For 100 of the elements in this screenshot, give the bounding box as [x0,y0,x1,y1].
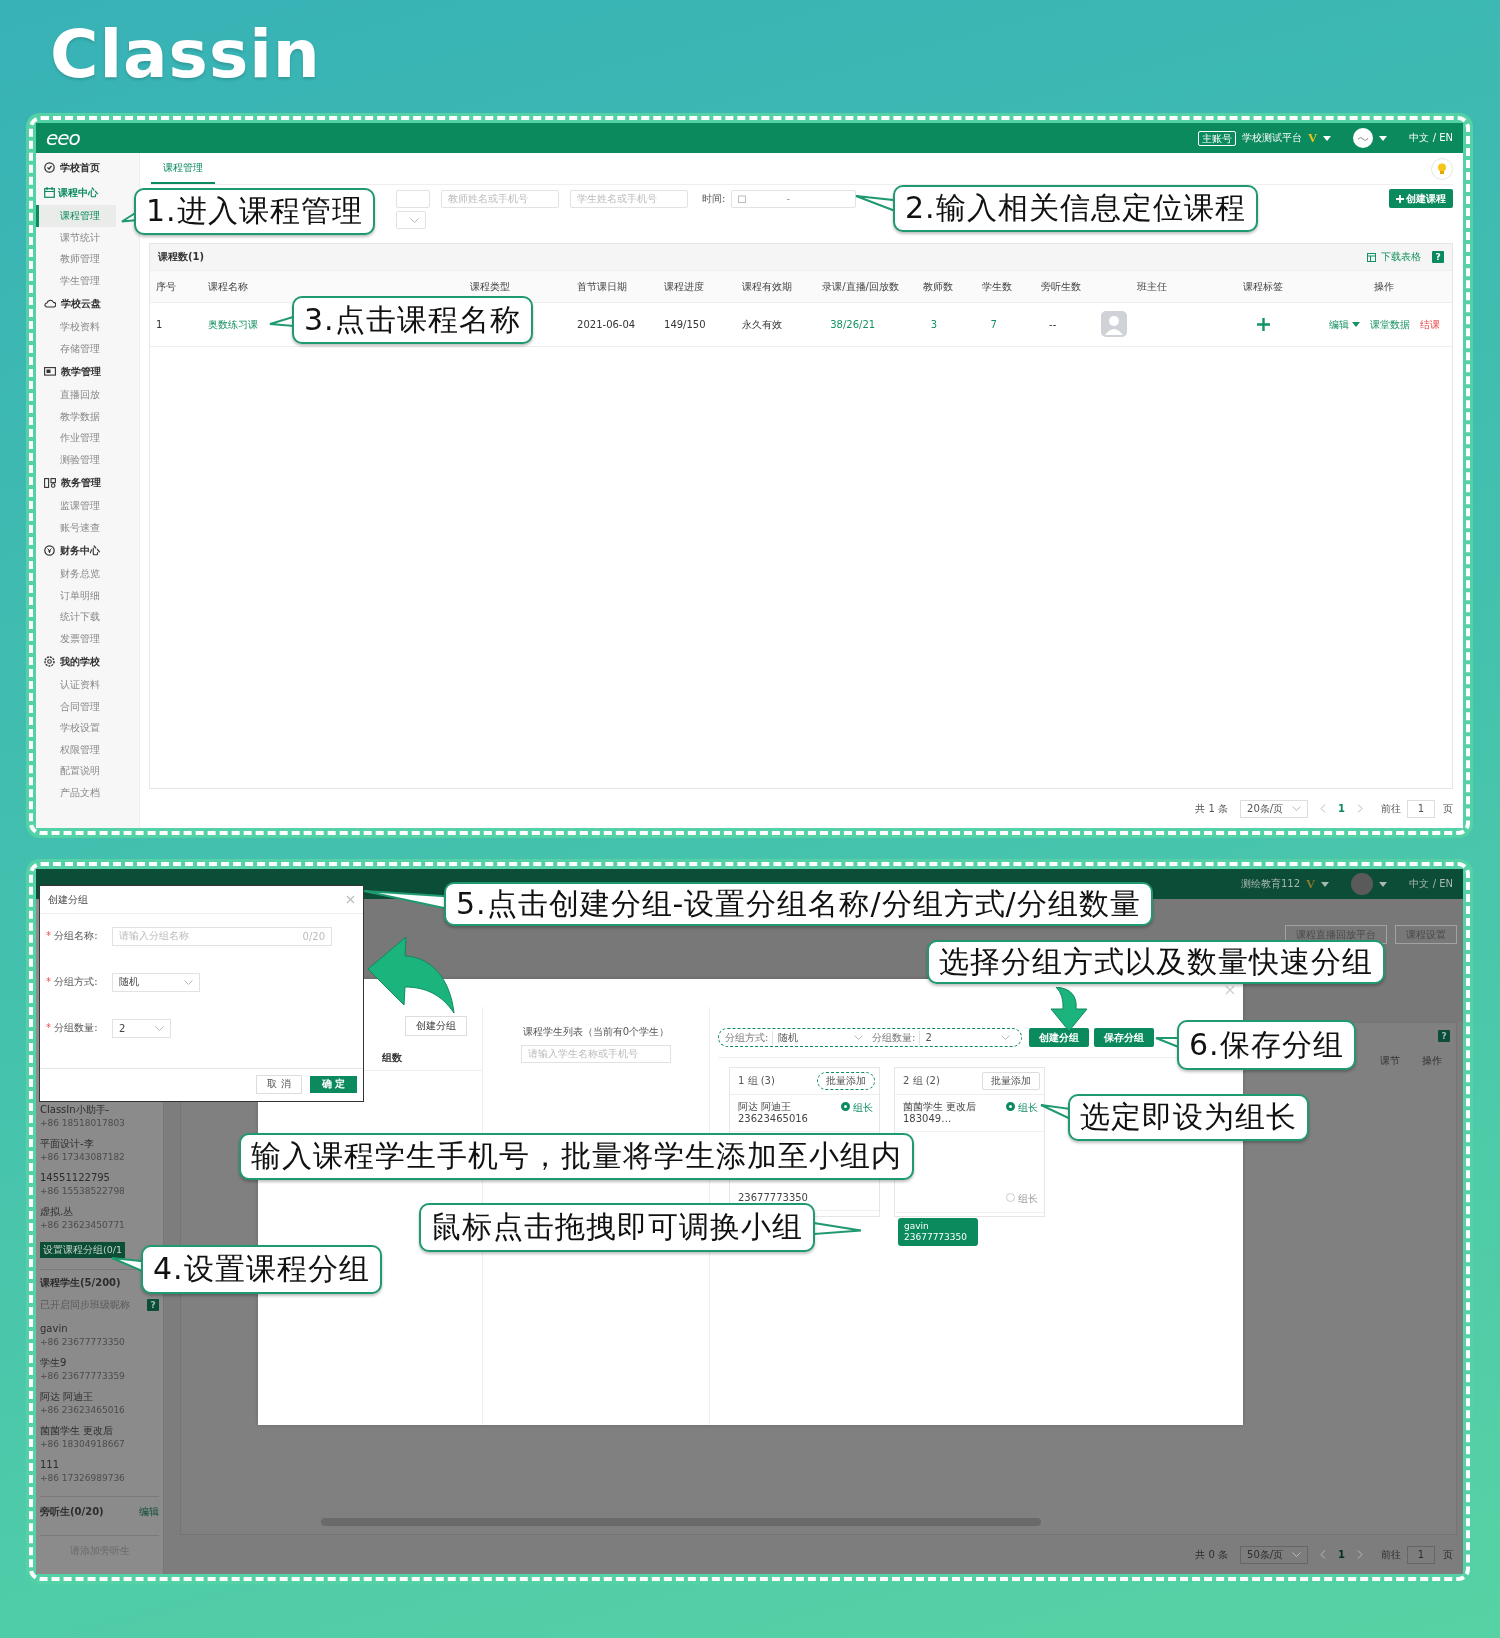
sidebar-item[interactable]: 直播回放 [36,384,116,406]
lightbulb-icon[interactable] [1431,157,1453,180]
avatar-placeholder[interactable] [1351,873,1374,895]
page-input[interactable]: 1 [1407,1545,1435,1564]
column-header: 操作 [1422,1054,1442,1069]
help-badge[interactable]: ? [147,1299,159,1311]
sidebar-item[interactable]: 学生管理 [36,269,116,291]
course-name-link[interactable]: 奥数练习课 [208,318,259,330]
sidebar-item[interactable]: 统计下载 [36,606,116,628]
batch-add-button[interactable]: 批量添加 [982,1072,1040,1090]
tab[interactable]: 课程管理 [151,153,215,184]
leader-radio[interactable]: 组长 [1006,1101,1038,1125]
sidebar-item[interactable]: 学校设置 [36,717,116,739]
confirm-button[interactable]: 确 定 [309,1075,357,1093]
sidebar-item[interactable]: 课节统计 [36,226,116,248]
students-link[interactable]: 7 [990,319,997,330]
edit-link[interactable]: 编辑 [139,1505,159,1519]
callout: 1.进入课程管理 [134,188,375,235]
create-course-button[interactable]: 创建课程 [1389,189,1453,208]
page-size-select[interactable]: 50条/页 [1240,1545,1309,1564]
avatar-icon[interactable] [1353,128,1374,148]
page-input[interactable]: 1 [1407,799,1435,818]
phone-number: +86 23623465016 [40,1404,126,1417]
chevron-left-icon[interactable] [1320,804,1327,813]
sidebar-item[interactable]: 权限管理 [36,738,116,760]
save-groups-button[interactable]: 保存分组 [1094,1028,1154,1047]
select-field[interactable]: 2 [112,1018,171,1038]
column-header: 序号 [155,279,177,294]
sidebar-item[interactable]: 教师管理 [36,248,116,270]
student-name: 111 [40,1458,61,1471]
sidebar-item[interactable]: 学校资料 [36,316,116,338]
section-title: 旁听生(0/20) [40,1505,104,1519]
end-course-link[interactable]: 结课 [1419,317,1440,332]
method-select[interactable]: 随机 [772,1030,868,1045]
school-name[interactable]: 学校测试平台 [1242,131,1303,145]
sidebar-item[interactable]: 测验管理 [36,448,116,470]
phone-number: +86 18304918667 [40,1438,126,1451]
sidebar-section[interactable]: 教务管理 [36,470,101,495]
create-group-button[interactable]: 创建分组 [405,1016,467,1036]
sidebar-item[interactable]: 配置说明 [36,760,116,782]
help-badge[interactable]: ? [1432,251,1444,263]
select-field[interactable]: 随机 [112,972,200,992]
sidebar-item[interactable]: 认证资料 [36,674,116,696]
date-range-field[interactable]: - [731,189,857,208]
sidebar-item[interactable]: 教学数据 [36,405,116,427]
school-name[interactable]: 测绘教育112 [1241,877,1301,891]
chevron-down-icon [854,1035,863,1040]
sidebar-item[interactable]: 订单明细 [36,584,116,606]
table-cell-text: -- [1048,319,1058,330]
cancel-button[interactable]: 取 消 [256,1074,302,1094]
column-header: 组数 [382,1050,402,1065]
page-size-select[interactable]: 20条/页 [1240,799,1309,818]
leader-radio[interactable]: 组长 [1006,1192,1038,1206]
teachers-link[interactable]: 3 [930,319,938,330]
course-count: 课程数(1) [158,250,205,264]
table-cell-text: 2021-06-04 [576,319,637,330]
chevron-right-icon[interactable] [1357,804,1363,813]
sidebar-item[interactable]: 课程管理 [36,205,116,227]
page-number[interactable]: 1 [1338,1549,1345,1560]
sidebar-item[interactable]: 合同管理 [36,695,116,717]
filter-select[interactable] [396,211,426,229]
sidebar-section[interactable]: 学校首页 [36,155,100,180]
cloud-icon [44,299,56,308]
sidebar-item[interactable]: 作业管理 [36,427,116,449]
sidebar-section[interactable]: 我的学校 [36,649,100,674]
sidebar-section[interactable]: 财务中心 [36,538,100,563]
column-header: 课程有效期 [740,279,793,294]
close-icon[interactable] [346,895,355,904]
sidebar-section[interactable]: 教学管理 [36,359,101,384]
class-data-link[interactable]: 课堂数据 [1369,317,1410,332]
sidebar-item[interactable]: 账号速查 [36,516,116,538]
language-link[interactable]: 中文 / EN [1409,131,1453,145]
dragged-student-chip[interactable]: gavin 23677773350 [898,1218,978,1246]
sidebar-section[interactable]: 学校云盘 [36,291,101,316]
sidebar-item[interactable]: 存储管理 [36,337,116,359]
download-table-link[interactable]: 下载表格 [1381,250,1421,264]
close-icon[interactable] [1225,985,1235,995]
create-groups-button[interactable]: 创建分组 [1029,1028,1089,1047]
chevron-right-icon[interactable] [1357,1550,1363,1559]
recordings-link[interactable]: 38/26/21 [830,319,876,330]
sidebar-item[interactable]: 财务总览 [36,563,116,585]
vip-mark: V [1306,876,1316,892]
sidebar-item[interactable]: 发票管理 [36,627,116,649]
chevron-left-icon[interactable] [1320,1550,1327,1559]
time-label: 时间: [702,191,726,206]
sidebar-item[interactable]: 监课管理 [36,495,116,517]
group-title: 2 组 (2) [903,1074,940,1088]
student-list-title: 课程学生列表（当前有0个学生） [522,1025,670,1039]
set-groups-button[interactable]: 设置课程分组(0/1 [40,1242,125,1258]
help-badge[interactable]: ? [1438,1029,1450,1042]
plus-icon[interactable] [1256,318,1270,331]
sidebar-item[interactable]: 产品文档 [36,781,116,803]
sidebar-section[interactable]: 课程中心 [36,180,98,205]
course-search-field[interactable] [396,189,430,208]
count-select[interactable]: 2 [919,1030,1015,1045]
page-number[interactable]: 1 [1338,803,1345,814]
leader-radio[interactable]: 组长 [841,1101,873,1125]
column-header: 录课/直播/回放数 [821,279,900,294]
edit-link[interactable]: 编辑 [1328,317,1360,332]
language-link[interactable]: 中文 / EN [1409,877,1453,891]
